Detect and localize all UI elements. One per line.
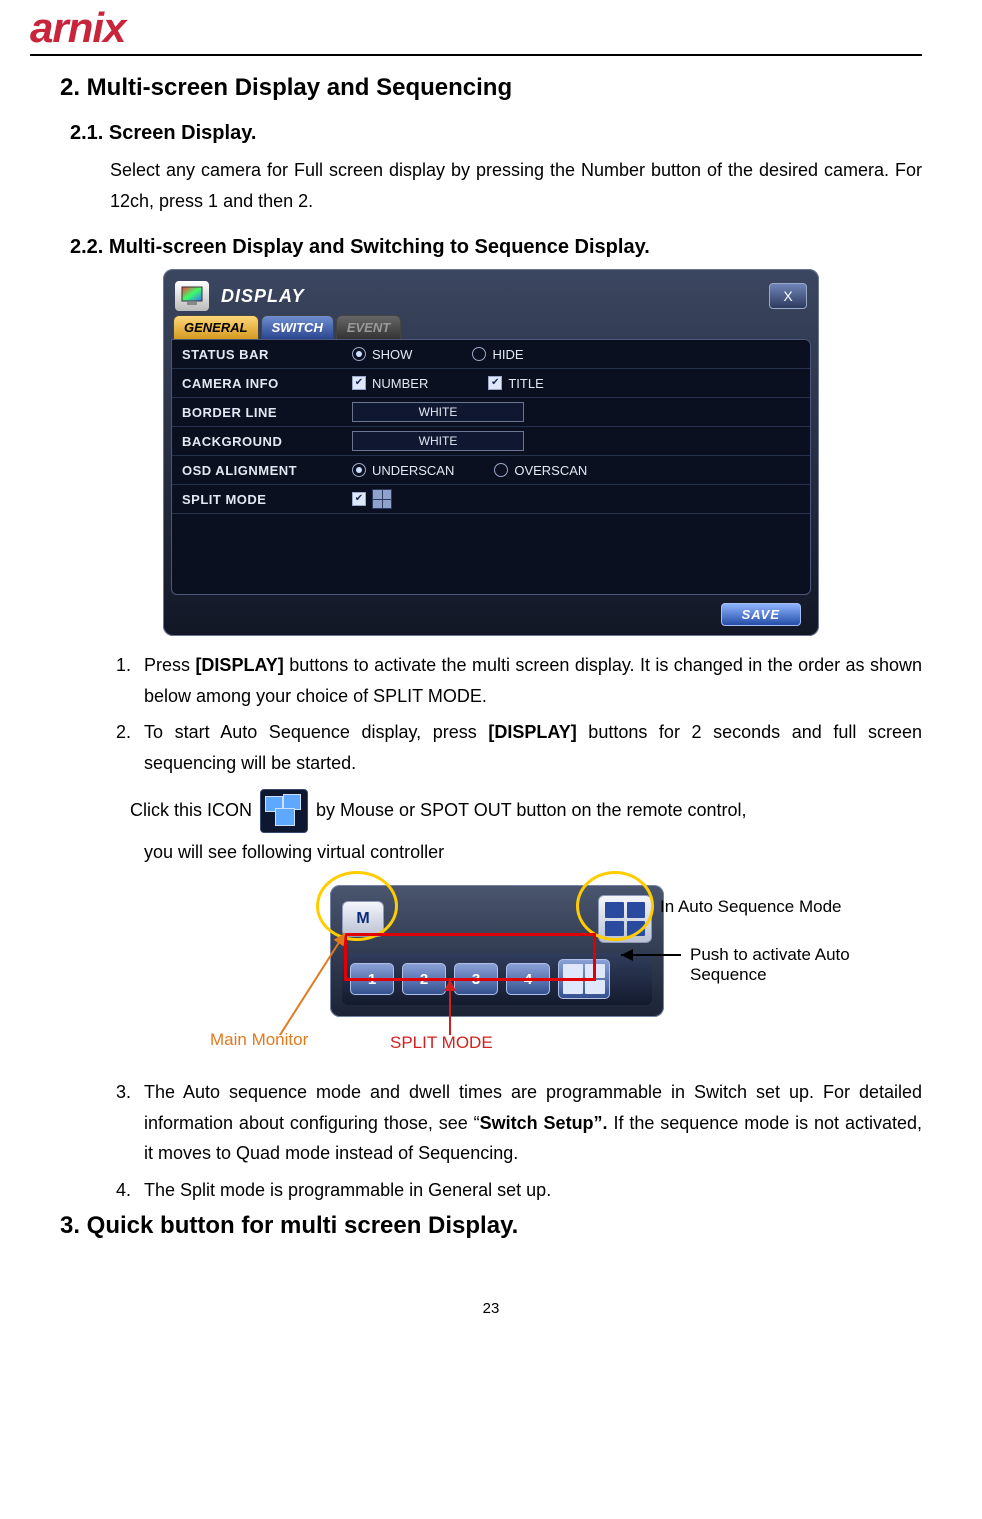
- section-2-heading: 2. Multi-screen Display and Sequencing: [60, 74, 922, 102]
- section-2-1-heading: 2.1. Screen Display.: [70, 122, 922, 145]
- channel-4-button[interactable]: 4: [506, 963, 550, 995]
- section-2-2-heading: 2.2. Multi-screen Display and Switching …: [70, 236, 922, 259]
- check-number-label: NUMBER: [372, 376, 428, 391]
- step-1: Press [DISPLAY] buttons to activate the …: [136, 650, 922, 711]
- radio-hide[interactable]: HIDE: [472, 347, 523, 362]
- row-split-mode-label: SPLIT MODE: [172, 492, 342, 507]
- virtual-controller: M 1 2 3 4: [330, 885, 664, 1017]
- callout-auto-sequence: In Auto Sequence Mode: [660, 897, 841, 917]
- section-3-heading: 3. Quick button for multi screen Display…: [60, 1212, 922, 1240]
- check-title[interactable]: ✔TITLE: [488, 376, 543, 391]
- icon-line-post: by Mouse or SPOT OUT button on the remot…: [316, 795, 747, 826]
- radio-overscan[interactable]: OVERSCAN: [494, 463, 587, 478]
- callout-main-monitor: Main Monitor: [210, 1030, 308, 1050]
- tab-switch[interactable]: SWITCH: [261, 315, 334, 339]
- background-select[interactable]: WHITE: [352, 431, 524, 451]
- header-rule: [30, 54, 922, 56]
- icon-line-pre: Click this ICON: [130, 795, 252, 826]
- channel-2-button[interactable]: 2: [402, 963, 446, 995]
- step-3: The Auto sequence mode and dwell times a…: [136, 1077, 922, 1169]
- tab-general[interactable]: GENERAL: [173, 315, 259, 339]
- display-icon: [175, 281, 209, 311]
- callout-push-sequence: Push to activate Auto Sequence: [690, 945, 922, 985]
- check-number[interactable]: ✔NUMBER: [352, 376, 428, 391]
- row-background-label: BACKGROUND: [172, 434, 342, 449]
- row-osd-alignment-label: OSD ALIGNMENT: [172, 463, 342, 478]
- channel-1-button[interactable]: 1: [350, 963, 394, 995]
- step-4: The Split mode is programmable in Genera…: [136, 1175, 922, 1206]
- split-mode-button[interactable]: [558, 959, 610, 999]
- radio-underscan[interactable]: UNDERSCAN: [352, 463, 454, 478]
- callout-split-mode: SPLIT MODE: [390, 1033, 493, 1053]
- check-title-label: TITLE: [508, 376, 543, 391]
- radio-show[interactable]: SHOW: [352, 347, 412, 362]
- channel-3-button[interactable]: 3: [454, 963, 498, 995]
- icon-line-2: you will see following virtual controlle…: [144, 837, 922, 868]
- page-number: 23: [0, 1300, 982, 1317]
- split-mode-check[interactable]: ✔: [352, 492, 366, 506]
- radio-overscan-label: OVERSCAN: [514, 463, 587, 478]
- display-settings-window: DISPLAY X GENERAL SWITCH EVENT STATUS BA…: [163, 269, 819, 636]
- monitors-icon[interactable]: [260, 789, 308, 833]
- main-monitor-button[interactable]: M: [342, 901, 384, 937]
- brand-logo: arnix: [0, 0, 982, 52]
- radio-hide-label: HIDE: [492, 347, 523, 362]
- close-button[interactable]: X: [769, 283, 807, 309]
- row-status-bar-label: STATUS BAR: [172, 347, 342, 362]
- radio-underscan-label: UNDERSCAN: [372, 463, 454, 478]
- window-title: DISPLAY: [221, 286, 769, 307]
- save-button[interactable]: SAVE: [721, 603, 801, 626]
- row-camera-info-label: CAMERA INFO: [172, 376, 342, 391]
- tab-event[interactable]: EVENT: [336, 315, 401, 339]
- section-2-1-body: Select any camera for Full screen displa…: [110, 155, 922, 216]
- radio-show-label: SHOW: [372, 347, 412, 362]
- split-grid-icon[interactable]: [372, 489, 392, 509]
- row-border-line-label: BORDER LINE: [172, 405, 342, 420]
- step-2: To start Auto Sequence display, press [D…: [136, 717, 922, 778]
- auto-sequence-button[interactable]: [598, 895, 652, 943]
- border-line-select[interactable]: WHITE: [352, 402, 524, 422]
